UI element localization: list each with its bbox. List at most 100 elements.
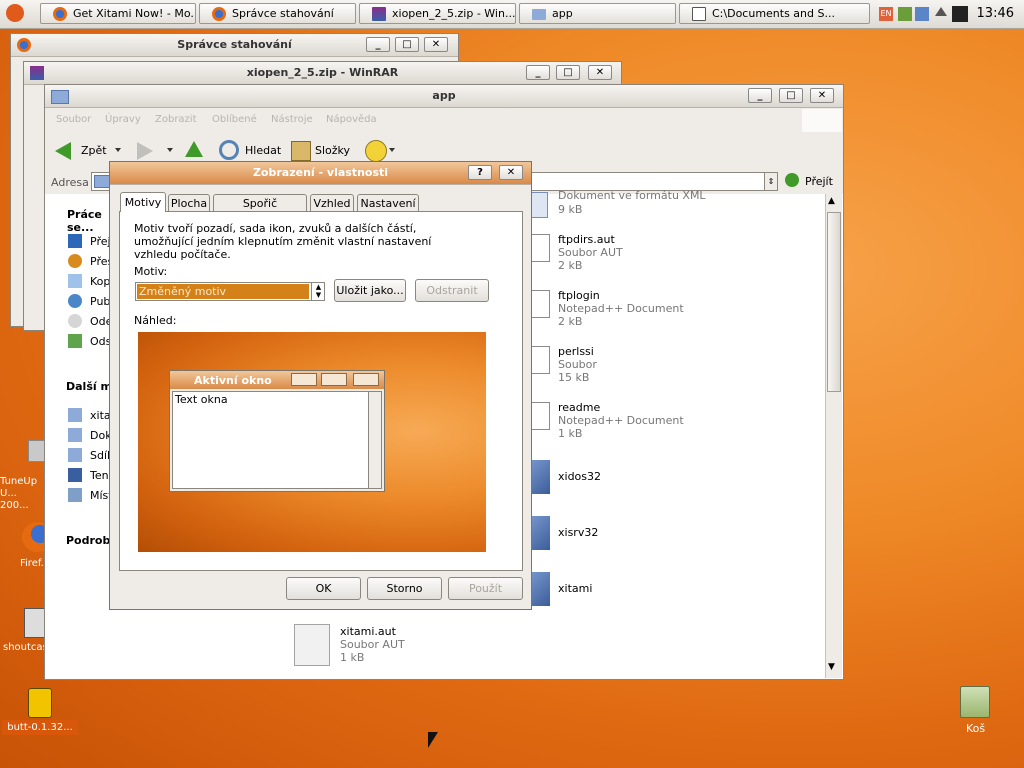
file-size: 15 kB — [558, 371, 590, 384]
menu-bar: Soubor Úpravy Zobrazit Oblíbené Nástroje… — [45, 108, 843, 133]
window-title: Správce stahování — [177, 38, 292, 51]
go-button[interactable]: Přejít — [785, 172, 839, 191]
list-item[interactable]: xidos32 — [524, 458, 774, 498]
file-size: 2 kB — [558, 259, 583, 272]
select-arrows-icon[interactable]: ▲ ▼ — [311, 283, 325, 300]
tab-plocha[interactable]: Plocha — [168, 194, 210, 212]
task-item-icon — [68, 254, 82, 268]
task-app-folder[interactable]: app — [519, 3, 676, 24]
close-button[interactable]: ✕ — [588, 65, 612, 80]
tray-language[interactable]: EN — [879, 7, 893, 21]
menu-view[interactable]: Zobrazit — [155, 114, 197, 125]
file-type: Soubor — [558, 358, 597, 371]
desktop-icon-label: Koš — [966, 722, 986, 735]
tab-screensaver[interactable]: Spořič obrazovky — [213, 194, 307, 228]
ok-button[interactable]: OK — [286, 577, 361, 600]
preview-window-titlebar: Aktivní okno — [170, 371, 384, 389]
list-item[interactable]: xitami.aut Soubor AUT 1 kB — [292, 622, 512, 668]
desktop-icon-tuneup[interactable]: TuneUp U... 200... — [0, 440, 46, 511]
theme-description: Motiv tvoří pozadí, sada ikon, zvuků a d… — [134, 222, 432, 261]
menu-edit[interactable]: Úpravy — [105, 114, 141, 125]
close-button[interactable]: ✕ — [424, 37, 448, 52]
tray-icon-2[interactable] — [915, 7, 929, 21]
save-as-button[interactable]: Uložit jako... — [334, 279, 406, 302]
folders-button[interactable]: Složky — [291, 140, 353, 162]
desktop-icon-trash[interactable]: Koš — [952, 686, 998, 738]
minimize-button[interactable]: _ — [748, 88, 772, 103]
back-button[interactable]: Zpět — [55, 140, 121, 162]
desktop-icon-shoutcast[interactable]: shoutcas... — [0, 604, 57, 654]
clock[interactable]: 13:46 — [977, 6, 1014, 21]
title-bar[interactable]: xiopen_2_5.zip - WinRAR _ □ ✕ — [24, 62, 621, 85]
folder-icon — [94, 175, 110, 188]
views-icon — [365, 140, 387, 162]
minimize-button[interactable]: _ — [366, 37, 390, 52]
menu-help[interactable]: Nápověda — [326, 114, 377, 125]
title-bar[interactable]: Zobrazení - vlastnosti ? ✕ — [110, 162, 531, 185]
list-item[interactable]: perlssi Soubor 15 kB — [524, 344, 774, 388]
task-winrar[interactable]: xiopen_2_5.zip - Win... — [359, 3, 516, 24]
help-button[interactable]: ? — [468, 165, 492, 180]
task-item-icon — [68, 274, 82, 288]
folder-icon — [68, 408, 82, 422]
views-button[interactable] — [365, 140, 397, 162]
task-download-manager[interactable]: Správce stahování — [199, 3, 356, 24]
ubuntu-menu-icon[interactable] — [6, 4, 24, 22]
preview-window: Aktivní okno Text okna — [169, 370, 385, 492]
menu-favorites[interactable]: Oblíbené — [212, 114, 257, 125]
chevron-down-icon[interactable] — [115, 148, 121, 152]
file-size: 9 kB — [558, 203, 583, 216]
desktop-icon-firefox[interactable]: Firef... — [8, 520, 52, 572]
tab-vzhled[interactable]: Vzhled — [310, 194, 354, 212]
list-item[interactable]: ftpdirs.aut Soubor AUT 2 kB — [524, 232, 774, 276]
maximize-button[interactable]: □ — [395, 37, 419, 52]
eject-icon[interactable] — [935, 7, 947, 16]
forward-arrow-icon[interactable] — [137, 142, 153, 160]
search-button[interactable]: Hledat — [219, 140, 281, 162]
up-folder-icon[interactable] — [185, 141, 203, 157]
chevron-down-icon[interactable] — [167, 148, 173, 152]
file-name: ftpdirs.aut — [558, 233, 615, 246]
scrollbar-thumb[interactable] — [827, 212, 841, 392]
scrollbar-vertical[interactable]: ▲ ▼ — [825, 194, 842, 678]
list-item[interactable]: xitami — [524, 570, 774, 610]
winrar-icon — [372, 7, 386, 21]
scroll-up-arrow[interactable]: ▲ — [828, 196, 835, 206]
chevron-down-icon — [389, 148, 395, 152]
close-button[interactable]: ✕ — [499, 165, 523, 180]
title-bar[interactable]: app _ □ ✕ — [45, 85, 843, 108]
task-documents[interactable]: C:\Documents and S... — [679, 3, 870, 24]
theme-select[interactable]: Změněný motiv ▲ ▼ — [135, 282, 325, 301]
cancel-button[interactable]: Storno — [367, 577, 442, 600]
list-item[interactable]: readme Notepad++ Document 1 kB — [524, 400, 774, 444]
tab-motivy[interactable]: Motivy — [120, 192, 166, 212]
go-arrow-icon — [785, 173, 799, 187]
tab-nastaveni[interactable]: Nastavení — [357, 194, 419, 212]
file-name: Dokument ve formátu XML — [558, 189, 706, 202]
go-label: Přejít — [805, 175, 833, 188]
speaker-icon — [28, 688, 52, 718]
preview-window-text: Text okna — [175, 393, 228, 406]
network-icon[interactable] — [952, 6, 968, 22]
maximize-button[interactable]: □ — [779, 88, 803, 103]
shoutcast-icon — [24, 608, 46, 638]
title-bar[interactable]: Správce stahování _ □ ✕ — [11, 34, 458, 57]
file-type: Soubor AUT — [340, 638, 405, 651]
menu-tools[interactable]: Nástroje — [271, 114, 313, 125]
scroll-down-arrow[interactable]: ▼ — [828, 662, 835, 672]
delete-icon — [68, 334, 82, 348]
maximize-button[interactable]: □ — [556, 65, 580, 80]
task-firefox[interactable]: Get Xitami Now! - Mo... — [40, 3, 196, 24]
taskbar: Get Xitami Now! - Mo... Správce stahován… — [0, 0, 1024, 29]
list-item[interactable]: ftplogin Notepad++ Document 2 kB — [524, 288, 774, 332]
address-label: Adresa — [51, 176, 89, 189]
documents-icon — [68, 428, 82, 442]
minimize-button[interactable]: _ — [526, 65, 550, 80]
list-item[interactable]: Dokument ve formátu XML 9 kB — [524, 188, 774, 218]
tray-icon-1[interactable] — [898, 7, 912, 21]
desktop-icon-butt[interactable]: butt-0.1.32... — [2, 686, 80, 738]
close-button[interactable]: ✕ — [810, 88, 834, 103]
list-item[interactable]: xisrv32 — [524, 514, 774, 554]
menu-file[interactable]: Soubor — [56, 114, 91, 125]
file-size: 1 kB — [340, 651, 365, 664]
